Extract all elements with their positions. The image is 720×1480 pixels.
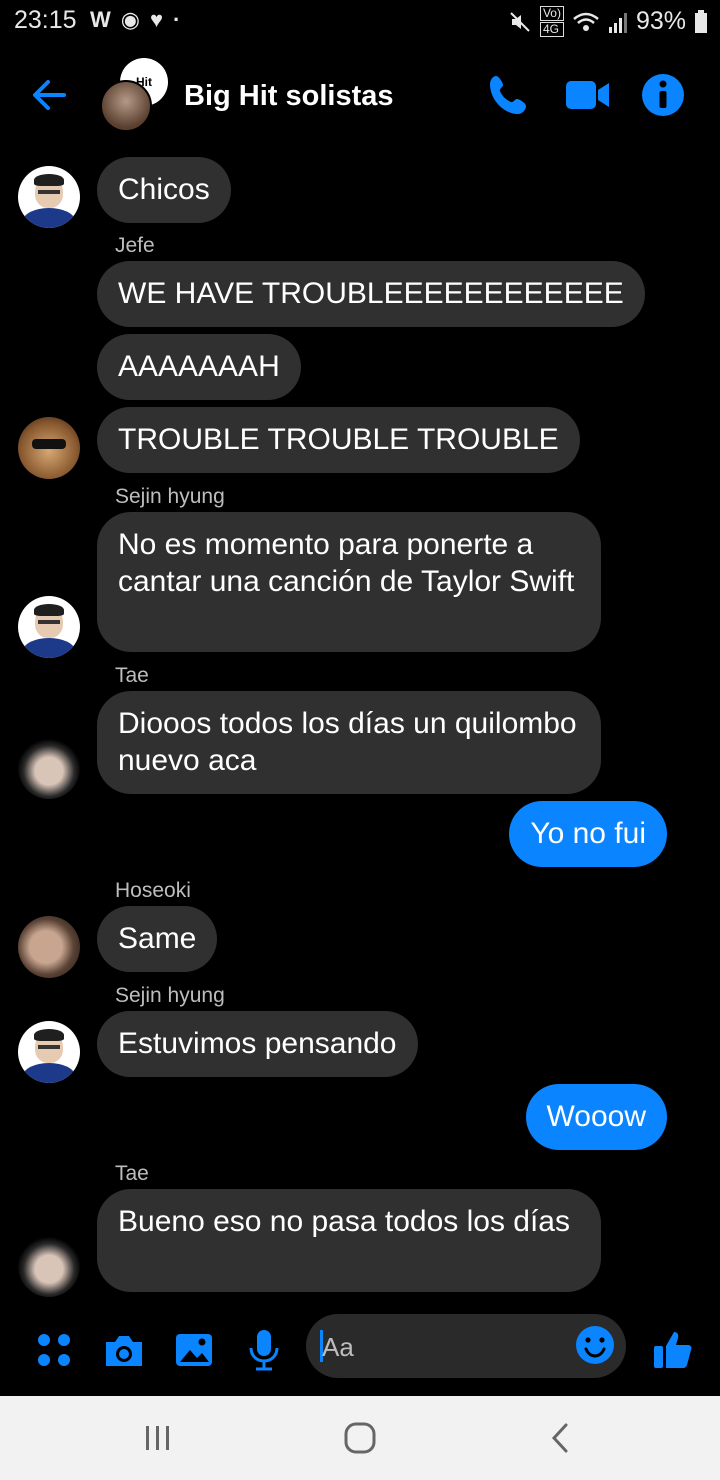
my-message-bubble[interactable]: Wooow xyxy=(525,1084,667,1150)
message-input[interactable]: Aa xyxy=(306,1314,626,1378)
sender-name: Hoseoki xyxy=(115,879,191,902)
message-bubble[interactable]: Estuvimos pensando xyxy=(97,1011,418,1077)
sender-name: Jefe xyxy=(115,234,155,257)
group-avatar[interactable]: Hit xyxy=(100,58,170,132)
message-bubble[interactable]: No es momento para ponerte a cantar una … xyxy=(97,512,601,652)
sender-name: Sejin hyung xyxy=(115,984,225,1007)
message-bubble[interactable]: TROUBLE TROUBLE TROUBLE xyxy=(97,407,580,473)
camera-icon[interactable] xyxy=(100,1326,148,1374)
message-bubble[interactable]: Chicos xyxy=(97,157,231,223)
status-time: 23:15 xyxy=(14,6,77,34)
tae-avatar[interactable] xyxy=(18,1235,80,1297)
battery-percent: 93% xyxy=(635,7,686,35)
volte-badge: Vo) xyxy=(539,6,564,21)
sender-name: Tae xyxy=(115,1162,149,1185)
sejin-avatar[interactable] xyxy=(18,596,80,658)
status-right: Vo) 4G 93% xyxy=(508,6,708,37)
video-call-icon[interactable] xyxy=(562,70,612,120)
signal-icon xyxy=(608,12,627,33)
like-icon[interactable] xyxy=(650,1326,698,1374)
gallery-icon[interactable] xyxy=(170,1326,218,1374)
4g-badge: 4G xyxy=(539,22,564,37)
member-photo xyxy=(100,80,152,132)
sender-name: Tae xyxy=(115,664,149,687)
battery-icon xyxy=(695,9,707,33)
phone-call-icon[interactable] xyxy=(484,70,534,120)
wifi-icon xyxy=(573,12,599,31)
message-bubble[interactable]: AAAAAAAH xyxy=(97,334,301,400)
w-app-icon: W xyxy=(90,7,111,32)
back-icon[interactable] xyxy=(544,1420,580,1456)
heart-icon: ♥ xyxy=(149,7,164,32)
message-bubble[interactable]: Bueno eso no pasa todos los días xyxy=(97,1189,601,1292)
circle-app-icon: ◉ xyxy=(120,7,140,32)
input-placeholder: Aa xyxy=(322,1332,354,1362)
notification-icons: W ◉ ♥ · xyxy=(90,7,180,33)
chat-header: Hit Big Hit solistas xyxy=(0,44,720,148)
back-arrow-icon[interactable] xyxy=(28,74,70,116)
status-bar: 23:15 W ◉ ♥ · Vo) 4G 93% xyxy=(0,0,720,44)
emoji-icon[interactable] xyxy=(574,1324,616,1366)
mute-icon xyxy=(510,11,530,32)
message-bubble[interactable]: Same xyxy=(97,906,218,972)
sejin-avatar[interactable] xyxy=(18,1021,80,1083)
my-message-bubble[interactable]: Yo no fui xyxy=(509,801,667,867)
sejin-avatar[interactable] xyxy=(18,166,80,228)
message-bubble[interactable]: Diooos todos los días un quilombo nuevo … xyxy=(97,691,601,794)
jefe-avatar[interactable] xyxy=(18,417,80,479)
apps-icon[interactable] xyxy=(30,1326,78,1374)
recent-apps-icon[interactable] xyxy=(140,1420,176,1456)
dot-icon: · xyxy=(173,7,181,32)
home-icon[interactable] xyxy=(342,1420,378,1456)
tae-avatar[interactable] xyxy=(18,737,80,799)
chat-title[interactable]: Big Hit solistas xyxy=(184,80,394,113)
mic-icon[interactable] xyxy=(240,1326,288,1374)
info-icon[interactable] xyxy=(638,70,688,120)
composer-bar: Aa xyxy=(0,1308,720,1396)
sender-name: Sejin hyung xyxy=(115,485,225,508)
message-bubble[interactable]: WE HAVE TROUBLEEEEEEEEEEEE xyxy=(97,261,645,327)
hoseok-avatar[interactable] xyxy=(18,916,80,978)
system-nav-bar xyxy=(0,1396,720,1480)
